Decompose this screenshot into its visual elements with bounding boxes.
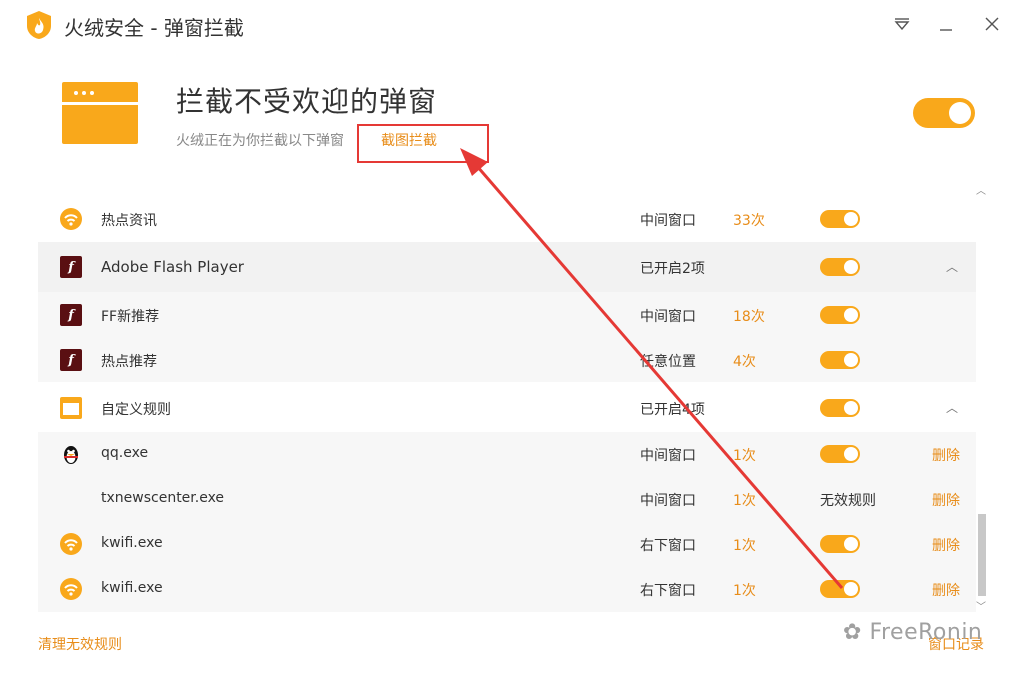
popup-rule-list: 热点资讯 中间窗口 33次 f Adobe Flash Player 已开启2项… [38, 178, 976, 612]
wifi-icon [60, 578, 82, 600]
rule-name: kwifi.exe [101, 535, 163, 551]
toggle-switch[interactable] [820, 306, 860, 324]
invalid-rule-label: 无效规则 [820, 493, 876, 509]
flash-icon: f [60, 304, 82, 326]
rule-name: FF新推荐 [101, 309, 160, 325]
group-name: 自定义规则 [101, 402, 171, 418]
rule-name: txnewscenter.exe [101, 490, 225, 506]
scroll-down-icon[interactable]: ﹀ [976, 598, 986, 613]
huorong-logo-icon [27, 11, 51, 39]
scroll-up-icon[interactable]: ︿ [976, 182, 986, 197]
toggle-switch[interactable] [820, 535, 860, 553]
rule-position: 右下窗口 [640, 538, 696, 554]
annotation-highlight-box [357, 124, 489, 163]
rule-name: kwifi.exe [101, 580, 163, 596]
title-bar: 火绒安全 - 弹窗拦截 [0, 0, 1027, 50]
page-title: 拦截不受欢迎的弹窗 [176, 85, 438, 118]
toggle-switch[interactable] [820, 351, 860, 369]
delete-button[interactable]: 删除 [932, 535, 960, 555]
clean-invalid-rules-link[interactable]: 清理无效规则 [38, 634, 122, 654]
flash-icon: f [60, 256, 82, 278]
rule-position: 中间窗口 [640, 213, 696, 229]
flash-icon: f [60, 349, 82, 371]
list-scrollbar[interactable]: ︿ ﹀ [976, 178, 988, 613]
wechat-icon: ✿ [843, 620, 862, 645]
custom-rule-icon [60, 397, 82, 419]
rule-count: 33次 [733, 213, 765, 229]
popup-window-icon [62, 82, 138, 144]
wifi-icon [60, 208, 82, 230]
delete-button[interactable]: 删除 [932, 445, 960, 465]
list-item: f FF新推荐 中间窗口 18次 [38, 292, 976, 338]
toggle-switch[interactable] [820, 445, 860, 463]
toggle-switch[interactable] [820, 580, 860, 598]
toggle-switch[interactable] [820, 258, 860, 276]
list-item: qq.exe 中间窗口 1次 删除 [38, 432, 976, 477]
minimize-button[interactable] [934, 12, 958, 36]
list-item: f 热点推荐 任意位置 4次 [38, 338, 976, 382]
rule-name: 热点推荐 [101, 354, 157, 370]
rule-count: 18次 [733, 309, 765, 325]
toggle-switch[interactable] [820, 210, 860, 228]
delete-button[interactable]: 删除 [932, 490, 960, 510]
page-subtitle: 火绒正在为你拦截以下弹窗 [176, 133, 344, 149]
group-name: Adobe Flash Player [101, 258, 244, 276]
qq-penguin-icon [64, 446, 78, 464]
chevron-up-icon[interactable]: ︿ [946, 399, 958, 416]
close-icon [985, 17, 999, 31]
chevron-up-icon[interactable]: ︿ [946, 258, 958, 275]
group-status: 已开启4项 [640, 402, 705, 418]
rule-position: 中间窗口 [640, 493, 696, 509]
rule-position: 中间窗口 [640, 309, 696, 325]
list-item: kwifi.exe 右下窗口 1次 删除 [38, 522, 976, 567]
rule-count: 1次 [733, 538, 756, 554]
toggle-switch[interactable] [820, 399, 860, 417]
group-header[interactable]: 自定义规则 已开启4项 ︿ [38, 384, 976, 432]
rule-position: 中间窗口 [640, 448, 696, 464]
minimize-icon [940, 29, 952, 31]
watermark-text: FreeRonin [869, 620, 983, 645]
watermark: ✿ FreeRonin [843, 620, 982, 645]
rule-name: qq.exe [101, 445, 149, 461]
list-item-partial [38, 178, 976, 184]
group-status: 已开启2项 [640, 261, 705, 277]
rule-count: 1次 [733, 493, 756, 509]
list-item: kwifi.exe 右下窗口 1次 删除 [38, 567, 976, 612]
wifi-icon [60, 533, 82, 555]
dropdown-menu-button[interactable] [890, 12, 914, 36]
group-header[interactable]: f Adobe Flash Player 已开启2项 ︿ [38, 242, 976, 292]
list-item: txnewscenter.exe 中间窗口 1次 无效规则 删除 [38, 477, 976, 522]
delete-button[interactable]: 删除 [932, 580, 960, 600]
rule-name: 热点资讯 [101, 213, 157, 229]
rule-count: 1次 [733, 583, 756, 599]
triangle-menu-icon [894, 18, 910, 30]
rule-count: 1次 [733, 448, 756, 464]
close-button[interactable] [980, 12, 1004, 36]
rule-count: 4次 [733, 354, 756, 370]
rule-position: 任意位置 [640, 354, 696, 370]
window-title: 火绒安全 - 弹窗拦截 [64, 16, 244, 40]
list-item: 热点资讯 中间窗口 33次 [38, 196, 976, 242]
rule-position: 右下窗口 [640, 583, 696, 599]
master-toggle[interactable] [913, 98, 975, 128]
scroll-thumb[interactable] [978, 514, 986, 596]
